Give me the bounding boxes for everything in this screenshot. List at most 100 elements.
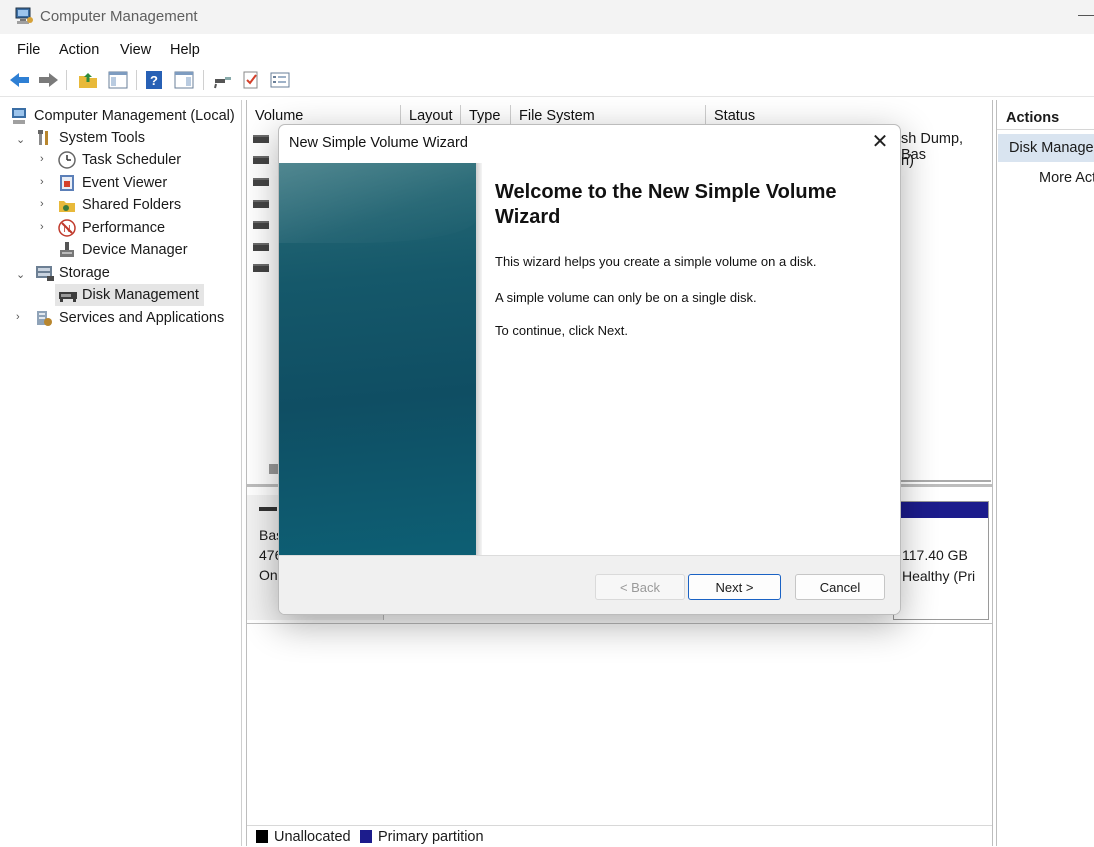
tree-item-event-viewer[interactable]: Event Viewer bbox=[58, 172, 167, 194]
toolbar-separator bbox=[136, 70, 137, 90]
volume-row[interactable] bbox=[253, 200, 273, 214]
close-icon[interactable]: ✕ bbox=[869, 131, 891, 153]
partition-header-bar bbox=[894, 502, 988, 518]
back-arrow-icon[interactable] bbox=[9, 70, 29, 90]
volume-row[interactable] bbox=[253, 135, 273, 149]
actions-header: Actions bbox=[997, 100, 1094, 130]
menu-view[interactable]: View bbox=[120, 42, 151, 58]
volume-icon bbox=[253, 264, 269, 272]
event-viewer-icon bbox=[58, 174, 76, 192]
status-cell: sh Dump, Bas bbox=[901, 131, 964, 163]
menu-bar: File Action View Help bbox=[0, 36, 1094, 64]
unallocated-swatch bbox=[256, 830, 268, 843]
next-button[interactable]: Next > bbox=[688, 574, 781, 600]
more-actions-link[interactable]: More Act bbox=[1039, 170, 1094, 186]
volume-icon bbox=[253, 200, 269, 208]
volume-row[interactable] bbox=[253, 221, 273, 235]
tree-item-label: Computer Management (Local) bbox=[34, 108, 235, 124]
menu-help[interactable]: Help bbox=[170, 42, 200, 58]
device-manager-icon bbox=[58, 241, 76, 259]
clock-icon bbox=[58, 151, 76, 169]
connect-icon[interactable] bbox=[213, 70, 233, 90]
chevron-right-icon[interactable]: › bbox=[40, 198, 44, 210]
tree-item-label: Disk Management bbox=[82, 287, 199, 303]
chevron-down-icon[interactable]: ⌄ bbox=[16, 268, 25, 281]
dialog-title: New Simple Volume Wizard bbox=[289, 135, 468, 151]
tree-item-disk-management[interactable]: Disk Management bbox=[55, 284, 204, 306]
wizard-text-intro: This wizard helps you create a simple vo… bbox=[495, 254, 817, 269]
window-title: Computer Management bbox=[40, 8, 198, 25]
volume-row[interactable] bbox=[253, 178, 273, 192]
toolbar: ? bbox=[0, 64, 1094, 97]
tree-item-label: Event Viewer bbox=[82, 175, 168, 191]
volume-row[interactable] bbox=[253, 243, 273, 257]
services-icon bbox=[35, 309, 53, 327]
menu-file[interactable]: File bbox=[17, 42, 40, 58]
tree-item-system-tools[interactable]: System Tools bbox=[35, 127, 145, 149]
tree-item-shared-folders[interactable]: Shared Folders bbox=[58, 194, 181, 216]
volume-icon bbox=[253, 135, 269, 143]
partition-status: Healthy (Pri bbox=[902, 568, 976, 584]
up-folder-icon[interactable] bbox=[78, 70, 98, 90]
partition-block[interactable]: 117.40 GB Healthy (Pri bbox=[893, 501, 989, 620]
new-simple-volume-wizard-dialog: New Simple Volume Wizard ✕ Welcome to th… bbox=[278, 124, 901, 615]
back-button[interactable]: < Back bbox=[595, 574, 685, 600]
disk-management-icon bbox=[58, 286, 77, 304]
toolbar-separator bbox=[66, 70, 67, 90]
tree-item-label: Services and Applications bbox=[59, 310, 225, 326]
minimize-button[interactable] bbox=[1078, 15, 1094, 16]
chevron-right-icon[interactable]: › bbox=[16, 311, 20, 323]
shared-folder-icon bbox=[58, 196, 76, 214]
volume-row[interactable] bbox=[253, 264, 273, 278]
tree-item-label: Storage bbox=[59, 265, 110, 281]
wizard-footer: < Back Next > Cancel bbox=[279, 555, 900, 614]
tools-icon bbox=[35, 129, 53, 147]
computer-management-icon bbox=[10, 107, 28, 125]
volume-icon bbox=[253, 221, 269, 229]
tree-item-services-and-applications[interactable]: Services and Applications bbox=[35, 307, 224, 329]
tree-item-label: Task Scheduler bbox=[82, 152, 182, 168]
chevron-right-icon[interactable]: › bbox=[40, 153, 44, 165]
show-hide-action-pane-icon[interactable] bbox=[174, 70, 194, 90]
tree-item-storage[interactable]: Storage bbox=[35, 262, 110, 284]
computer-management-icon bbox=[14, 7, 34, 25]
volume-row[interactable] bbox=[253, 156, 273, 170]
toolbar-separator bbox=[203, 70, 204, 90]
primary-swatch bbox=[360, 830, 372, 843]
list-divider bbox=[891, 480, 991, 482]
legend-primary: Primary partition bbox=[360, 829, 484, 845]
properties-icon[interactable] bbox=[270, 70, 290, 90]
tree-item-label: Shared Folders bbox=[82, 197, 182, 213]
disk-state: On bbox=[259, 567, 278, 583]
actions-section-disk-management[interactable]: Disk Manage bbox=[998, 134, 1094, 162]
chevron-down-icon[interactable]: ⌄ bbox=[16, 133, 25, 146]
tree-item-device-manager[interactable]: Device Manager bbox=[58, 239, 188, 261]
tree-item-performance[interactable]: N Performance bbox=[58, 217, 165, 239]
chevron-right-icon[interactable]: › bbox=[40, 221, 44, 233]
svg-text:?: ? bbox=[150, 73, 158, 88]
wizard-side-panel bbox=[279, 163, 476, 555]
cancel-button[interactable]: Cancel bbox=[795, 574, 885, 600]
wizard-heading: Welcome to the New Simple Volume Wizard bbox=[495, 181, 837, 228]
volume-icon bbox=[253, 178, 269, 186]
help-icon[interactable]: ? bbox=[145, 70, 165, 90]
menu-action[interactable]: Action bbox=[59, 42, 99, 58]
legend: Unallocated Primary partition bbox=[247, 825, 992, 847]
legend-label: Primary partition bbox=[378, 829, 484, 845]
title-bar: Computer Management bbox=[0, 0, 1094, 34]
status-cell: n) bbox=[901, 153, 914, 169]
chevron-right-icon[interactable]: › bbox=[40, 176, 44, 188]
check-document-icon[interactable] bbox=[242, 70, 262, 90]
tree-item-label: System Tools bbox=[59, 130, 145, 146]
legend-unallocated: Unallocated bbox=[256, 829, 351, 845]
legend-label: Unallocated bbox=[274, 829, 351, 845]
wizard-body: Welcome to the New Simple Volume Wizard … bbox=[482, 163, 900, 555]
wizard-text-single-disk: A simple volume can only be on a single … bbox=[495, 290, 757, 305]
disk-row-divider bbox=[247, 623, 992, 624]
tree-item-task-scheduler[interactable]: Task Scheduler bbox=[58, 149, 181, 171]
svg-text:N: N bbox=[63, 224, 70, 235]
navigation-tree: Computer Management (Local) ⌄ System Too… bbox=[0, 100, 242, 846]
forward-arrow-icon[interactable] bbox=[37, 70, 58, 90]
show-hide-tree-icon[interactable] bbox=[108, 70, 128, 90]
tree-item-root[interactable]: Computer Management (Local) bbox=[10, 105, 235, 127]
